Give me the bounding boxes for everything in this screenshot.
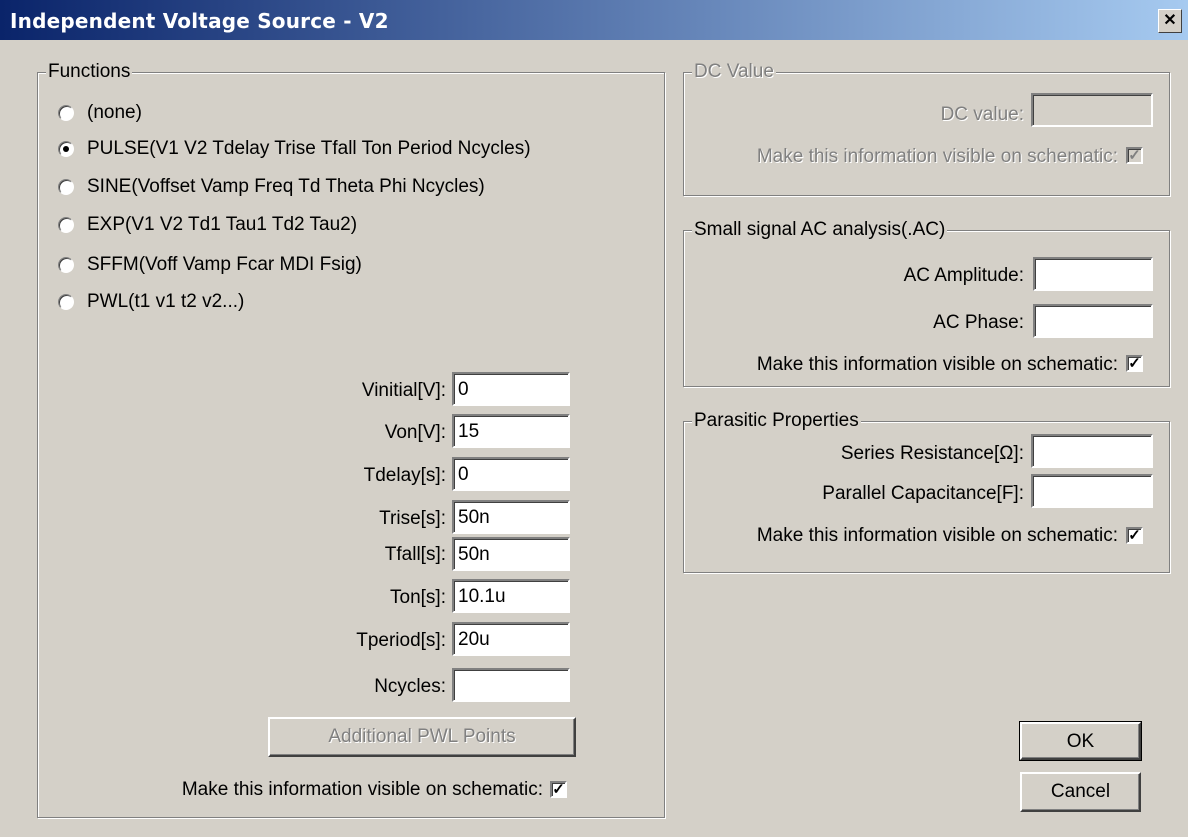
function-option-label: SINE(Voffset Vamp Freq Td Theta Phi Ncyc… — [87, 176, 485, 197]
dc-visible-checkbox: ✓ — [1126, 147, 1143, 164]
parasitic-visible-checkbox[interactable]: ✓ — [1126, 527, 1143, 544]
ac-amplitude-label: AC Amplitude: — [903, 265, 1024, 286]
close-button[interactable]: ✕ — [1158, 9, 1182, 33]
tdelay-label: Tdelay[s]: — [363, 465, 446, 486]
ac-visible-label: Make this information visible on schemat… — [756, 354, 1118, 375]
tperiod-label: Tperiod[s]: — [356, 630, 446, 651]
trise-input[interactable]: 50n — [452, 500, 570, 534]
radio-button[interactable] — [58, 217, 74, 233]
function-option-pwl[interactable]: PWL(t1 v1 t2 v2...) — [58, 287, 244, 317]
ok-button[interactable]: OK — [1019, 721, 1142, 761]
function-option-label: PULSE(V1 V2 Tdelay Trise Tfall Ton Perio… — [87, 138, 531, 159]
parallel-capacitance-input[interactable] — [1031, 474, 1153, 508]
additional-pwl-points-button: Additional PWL Points — [268, 717, 576, 757]
dc-value-label: DC value: — [940, 104, 1024, 125]
tperiod-input[interactable]: 20u — [452, 622, 570, 656]
functions-visible-checkbox[interactable]: ✓ — [550, 781, 567, 798]
ton-input[interactable]: 10.1u — [452, 579, 570, 613]
dc-value-legend: DC Value — [692, 61, 776, 83]
ac-phase-label: AC Phase: — [933, 312, 1024, 333]
function-option-sffm[interactable]: SFFM(Voff Vamp Fcar MDI Fsig) — [58, 250, 362, 280]
function-option-pulse[interactable]: PULSE(V1 V2 Tdelay Trise Tfall Ton Perio… — [58, 134, 531, 164]
vinitial-input[interactable]: 0 — [452, 372, 570, 406]
parallel-capacitance-label: Parallel Capacitance[F]: — [822, 483, 1024, 504]
trise-label: Trise[s]: — [379, 508, 446, 529]
tfall-label: Tfall[s]: — [384, 544, 446, 565]
series-resistance-input[interactable] — [1031, 434, 1153, 468]
ac-phase-input[interactable] — [1033, 304, 1153, 338]
dc-visible-label: Make this information visible on schemat… — [756, 146, 1118, 167]
title-bar: Independent Voltage Source - V2 ✕ — [0, 0, 1188, 40]
dc-value-group: DC Value — [683, 61, 1170, 196]
function-option-sine[interactable]: SINE(Voffset Vamp Freq Td Theta Phi Ncyc… — [58, 172, 485, 202]
ncycles-label: Ncycles: — [374, 676, 446, 697]
dc-value-input — [1031, 93, 1153, 127]
radio-button[interactable] — [58, 257, 74, 273]
function-option-exp[interactable]: EXP(V1 V2 Td1 Tau1 Td2 Tau2) — [58, 210, 357, 240]
tfall-input[interactable]: 50n — [452, 537, 570, 571]
function-option-none[interactable]: (none) — [58, 98, 142, 128]
function-option-label: (none) — [87, 102, 142, 123]
close-icon: ✕ — [1163, 12, 1177, 29]
radio-button[interactable] — [58, 105, 74, 121]
window-title: Independent Voltage Source - V2 — [10, 9, 389, 33]
ac-visible-checkbox[interactable]: ✓ — [1126, 355, 1143, 372]
von-input[interactable]: 15 — [452, 414, 570, 448]
series-resistance-label: Series Resistance[Ω]: — [840, 443, 1024, 464]
von-label: Von[V]: — [384, 422, 446, 443]
cancel-button[interactable]: Cancel — [1020, 772, 1141, 812]
function-option-label: PWL(t1 v1 t2 v2...) — [87, 291, 245, 312]
ton-label: Ton[s]: — [390, 587, 446, 608]
tdelay-input[interactable]: 0 — [452, 457, 570, 491]
radio-button-checked[interactable] — [58, 141, 74, 157]
function-option-label: SFFM(Voff Vamp Fcar MDI Fsig) — [87, 254, 362, 275]
ac-amplitude-input[interactable] — [1033, 257, 1153, 291]
ncycles-input[interactable] — [452, 668, 570, 702]
ac-analysis-legend: Small signal AC analysis(.AC) — [692, 219, 948, 241]
function-option-label: EXP(V1 V2 Td1 Tau1 Td2 Tau2) — [87, 214, 358, 235]
functions-visible-label: Make this information visible on schemat… — [181, 779, 543, 800]
functions-legend: Functions — [46, 61, 133, 83]
vinitial-label: Vinitial[V]: — [361, 380, 446, 401]
radio-button[interactable] — [58, 294, 74, 310]
radio-button[interactable] — [58, 179, 74, 195]
parasitic-legend: Parasitic Properties — [692, 410, 861, 432]
parasitic-visible-label: Make this information visible on schemat… — [756, 525, 1118, 546]
